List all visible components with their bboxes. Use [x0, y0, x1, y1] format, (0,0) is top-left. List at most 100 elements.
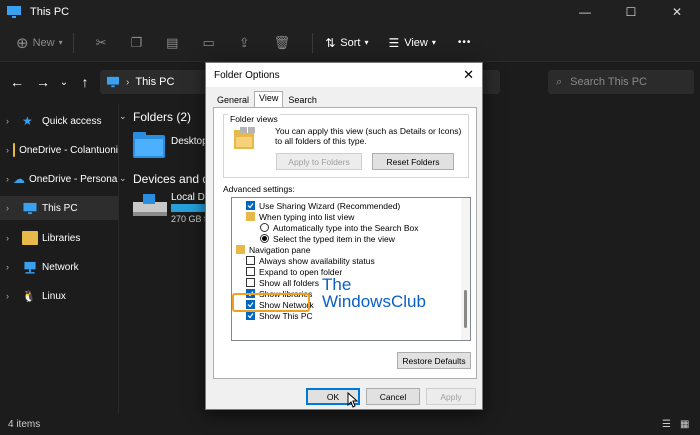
tiles-view-icon[interactable]: ▦ [680, 419, 689, 430]
sidebar-item-network[interactable]: › Network [0, 255, 118, 279]
this-pc-icon [7, 6, 21, 18]
chevron-down-icon[interactable]: ⌄ [119, 111, 127, 122]
radio-unchecked[interactable] [260, 223, 269, 232]
search-input[interactable]: ⌕ Search This PC [548, 70, 694, 94]
hard-drive-icon [133, 194, 167, 216]
search-icon: ⌕ [556, 75, 563, 88]
close-icon[interactable]: ✕ [463, 67, 474, 83]
folders-group-header[interactable]: Folders (2) [133, 110, 191, 124]
chevron-down-icon: ▾ [364, 38, 369, 47]
this-pc-icon [107, 76, 119, 88]
window-title: This PC [30, 6, 70, 18]
sidebar-item-onedrive-colantuoni[interactable]: › OneDrive - Colantuoni [0, 138, 118, 162]
chevron-right-icon: › [6, 291, 9, 301]
share-icon[interactable]: ⇪ [239, 35, 250, 51]
new-button[interactable]: ⊕ New ▾ [16, 34, 63, 52]
apply-button[interactable]: Apply [426, 388, 476, 405]
cloud-icon: ☁ [13, 172, 25, 186]
radio-checked[interactable] [260, 234, 269, 243]
more-options-icon[interactable]: ••• [458, 37, 472, 48]
libraries-icon [22, 231, 38, 245]
dialog-title-bar: Folder Options ✕ [206, 63, 482, 87]
folder-options-dialog: Folder Options ✕ General View Search Fol… [205, 62, 483, 410]
setting-auto-type-search-box[interactable]: Automatically type into the Search Box [260, 222, 419, 233]
view-icon: ☰ [388, 35, 400, 50]
breadcrumb[interactable]: This PC [135, 76, 174, 88]
chevron-down-icon[interactable]: ⌄ [119, 173, 127, 184]
folder-views-description: You can apply this view (such as Details… [275, 126, 462, 146]
dialog-title: Folder Options [214, 69, 280, 81]
sidebar-item-onedrive-personal[interactable]: › ☁ OneDrive - Personal [0, 167, 118, 191]
apply-to-folders-button[interactable]: Apply to Folders [276, 153, 362, 170]
setting-always-show-availability[interactable]: Always show availability status [246, 255, 375, 266]
settings-scrollbar[interactable] [461, 198, 470, 340]
sort-button[interactable]: ⇅ Sort ▾ [325, 36, 368, 50]
folder-icon [13, 143, 16, 157]
checkbox-checked[interactable] [246, 311, 255, 320]
devices-group-header[interactable]: Devices and dr [133, 172, 213, 186]
setting-show-all-folders[interactable]: Show all folders [246, 277, 319, 288]
folder-item-desktop[interactable]: Desktop [133, 132, 208, 158]
watermark-logo: The WindowsClub [322, 275, 426, 311]
this-pc-icon [23, 202, 37, 214]
rename-icon[interactable]: ▭ [202, 35, 214, 51]
setting-use-sharing-wizard[interactable]: Use Sharing Wizard (Recommended) [246, 200, 400, 211]
restore-defaults-button[interactable]: Restore Defaults [397, 352, 471, 369]
forward-arrow-icon[interactable]: → [30, 74, 56, 90]
sidebar-item-libraries[interactable]: › Libraries [0, 226, 118, 250]
checkbox-unchecked[interactable] [246, 256, 255, 265]
close-window-icon[interactable]: ✕ [654, 0, 700, 24]
mouse-cursor-icon [347, 392, 359, 408]
chevron-right-icon: › [6, 203, 9, 213]
tab-view[interactable]: View [254, 91, 284, 108]
navigation-pane: › ★ Quick access › OneDrive - Colantuoni… [0, 104, 118, 414]
chevron-right-icon: › [6, 116, 9, 126]
folder-views-icon [234, 127, 255, 149]
cut-icon[interactable]: ✂ [96, 35, 107, 51]
divider [72, 32, 74, 53]
tab-search[interactable]: Search [283, 93, 322, 107]
cancel-button[interactable]: Cancel [366, 388, 420, 405]
sort-icon: ⇅ [325, 35, 336, 50]
sidebar-item-linux[interactable]: › 🐧 Linux [0, 284, 118, 308]
reset-folders-button[interactable]: Reset Folders [372, 153, 454, 170]
chevron-right-icon: › [6, 145, 9, 155]
view-button[interactable]: ☰ View ▾ [388, 36, 435, 50]
dialog-tabs: General View Search [212, 91, 322, 108]
recent-locations-icon[interactable]: ⌄ [56, 77, 72, 88]
sidebar-item-quick-access[interactable]: › ★ Quick access [0, 109, 118, 133]
sidebar-item-this-pc[interactable]: › This PC [0, 196, 118, 220]
star-icon: ★ [22, 114, 33, 128]
status-bar-count: 4 items [8, 419, 41, 430]
checkbox-unchecked[interactable] [246, 267, 255, 276]
window-controls: — ☐ ✕ [562, 0, 700, 24]
scrollbar-thumb[interactable] [464, 290, 467, 328]
show-libraries-highlight [232, 293, 310, 312]
chevron-down-icon: ▾ [431, 38, 436, 47]
navigation-pane-icon [236, 245, 245, 254]
chevron-down-icon: ▾ [58, 38, 63, 47]
divider [312, 32, 314, 53]
advanced-settings-tree: Use Sharing Wizard (Recommended) When ty… [231, 197, 471, 341]
back-arrow-icon[interactable]: ← [4, 74, 30, 90]
maximize-icon[interactable]: ☐ [608, 0, 654, 24]
checkbox-unchecked[interactable] [246, 278, 255, 287]
setting-group-typing-list-view: When typing into list view [246, 211, 354, 222]
tab-general[interactable]: General [212, 93, 254, 107]
breadcrumb-separator-icon: › [126, 76, 130, 88]
delete-icon[interactable]: 🗑 [274, 35, 291, 51]
minimize-icon[interactable]: — [562, 0, 608, 24]
copy-icon[interactable]: ❐ [131, 35, 143, 51]
paste-icon[interactable]: ▤ [166, 35, 178, 51]
folder-views-group: Folder views You can apply this view (su… [223, 114, 469, 178]
folder-views-label: Folder views [228, 114, 280, 124]
settings-group-icon [246, 212, 255, 221]
setting-group-navigation-pane: Navigation pane [236, 244, 310, 255]
checkbox-checked[interactable] [246, 201, 255, 210]
details-view-icon[interactable]: ☰ [662, 419, 671, 430]
plus-icon: ⊕ [16, 34, 29, 52]
chevron-right-icon: › [6, 262, 9, 272]
title-bar: This PC — ☐ ✕ [0, 0, 700, 24]
up-arrow-icon[interactable]: ↑ [72, 74, 98, 90]
setting-select-typed-item[interactable]: Select the typed item in the view [260, 233, 395, 244]
